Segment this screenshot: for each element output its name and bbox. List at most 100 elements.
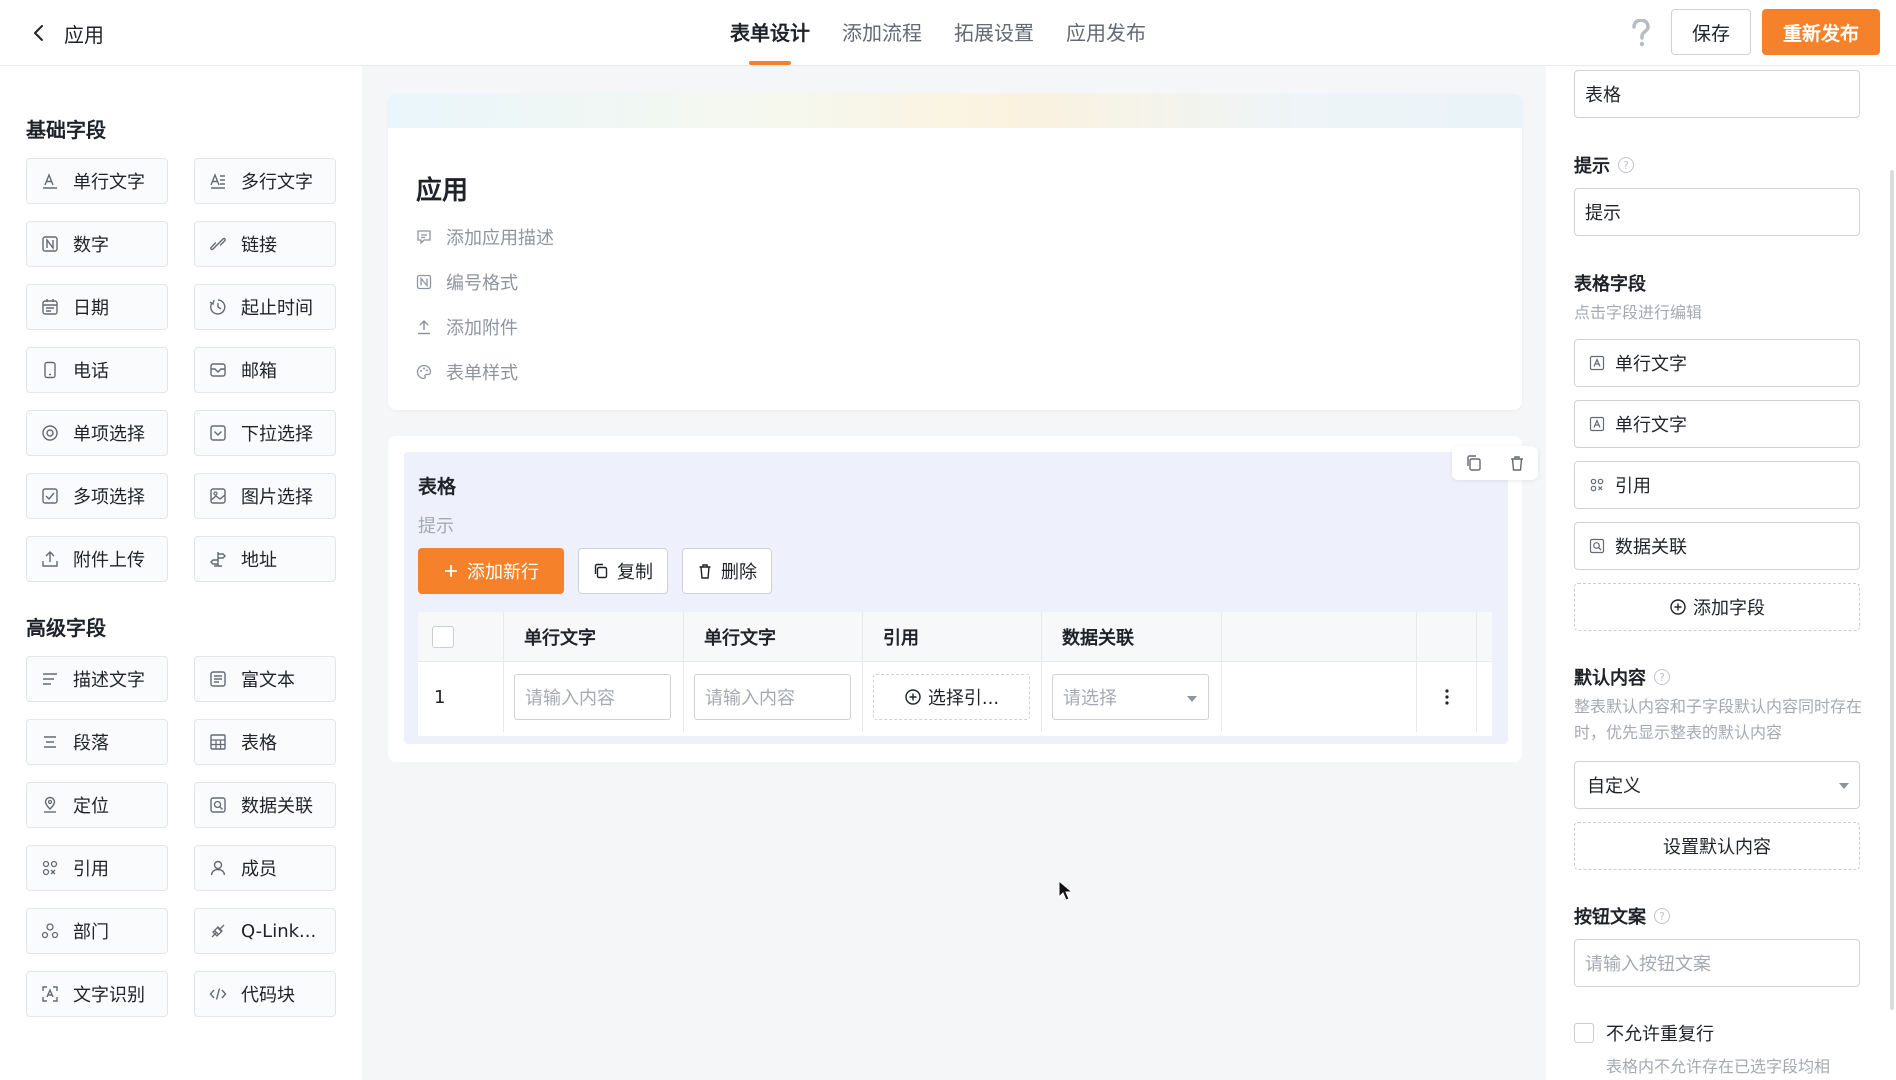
add-row-button[interactable]: 添加新行 <box>418 548 564 594</box>
meta-label: 表单样式 <box>446 363 518 384</box>
help-button[interactable] <box>1626 16 1656 50</box>
field-number[interactable]: 数字 <box>26 221 168 267</box>
field-link[interactable]: 链接 <box>194 221 336 267</box>
select-reference-button[interactable]: 选择引... <box>873 674 1030 720</box>
table-field-card: 表格 提示 添加新行 复制 删除 单行文字 单行文字 引用 数据关联 1 请输入… <box>388 436 1538 762</box>
field-reference[interactable]: 引用 <box>26 845 168 891</box>
table-block-actions <box>1452 446 1538 480</box>
field-table[interactable]: 表格 <box>194 719 336 765</box>
help-circle-icon[interactable]: ? <box>1654 669 1670 685</box>
save-button[interactable]: 保存 <box>1671 9 1751 55</box>
subfield-label: 数据关联 <box>1615 537 1687 558</box>
column-header: 数据关联 <box>1042 612 1222 662</box>
trash-icon <box>1510 456 1523 471</box>
field-single-line-text[interactable]: 单行文字 <box>26 158 168 204</box>
reference-icon <box>1590 478 1604 492</box>
paragraph-icon <box>41 733 59 751</box>
field-paragraph[interactable]: 段落 <box>26 719 168 765</box>
attachment-upload-icon <box>418 319 430 335</box>
table-subfield-item[interactable]: 引用 <box>1574 461 1860 509</box>
form-header-card: 应用 添加应用描述 编号格式 添加附件 表单样式 <box>388 94 1522 410</box>
table-subfield-item[interactable]: 单行文字 <box>1574 400 1860 448</box>
field-data-link[interactable]: 数据关联 <box>194 782 336 828</box>
field-single-choice[interactable]: 单项选择 <box>26 410 168 456</box>
default-content-select[interactable]: 自定义 <box>1574 761 1860 809</box>
field-time-range[interactable]: 起止时间 <box>194 284 336 330</box>
table-field-block[interactable]: 表格 提示 添加新行 复制 删除 单行文字 单行文字 引用 数据关联 1 请输入… <box>404 446 1538 744</box>
field-location[interactable]: 定位 <box>26 782 168 828</box>
field-label: 数据关联 <box>241 796 313 817</box>
no-duplicate-rows-checkbox[interactable]: 不允许重复行 <box>1574 1020 1714 1046</box>
help-circle-icon[interactable]: ? <box>1618 157 1634 173</box>
field-member[interactable]: 成员 <box>194 845 336 891</box>
upload-icon <box>41 550 59 568</box>
form-style-link[interactable]: 表单样式 <box>416 359 518 385</box>
field-department[interactable]: 部门 <box>26 908 168 954</box>
table-cell: 请输入内容 <box>684 662 863 732</box>
table-row: 1 请输入内容 请输入内容 选择引... 请选择 <box>418 662 1492 732</box>
field-phone[interactable]: 电话 <box>26 347 168 393</box>
title-input[interactable]: 表格 <box>1574 70 1860 118</box>
add-subfield-label: 添加字段 <box>1693 598 1765 619</box>
form-title[interactable]: 应用 <box>416 170 468 207</box>
meta-label: 添加应用描述 <box>446 228 554 249</box>
row-more-button[interactable] <box>1417 662 1477 732</box>
add-row-label: 添加新行 <box>467 562 539 583</box>
add-attachment-link[interactable]: 添加附件 <box>416 314 518 340</box>
field-label: 多行文字 <box>241 172 313 193</box>
field-label: 起止时间 <box>241 298 313 319</box>
select-all-checkbox[interactable] <box>432 626 454 648</box>
add-subfield-button[interactable]: 添加字段 <box>1574 583 1860 631</box>
field-code-block[interactable]: 代码块 <box>194 971 336 1017</box>
column-header: 引用 <box>863 612 1042 662</box>
no-duplicate-rows-sub: 表格内不允许存在已选字段均相 <box>1606 1057 1831 1076</box>
add-description-link[interactable]: 添加应用描述 <box>416 224 554 250</box>
hint-input[interactable]: 提示 <box>1574 188 1860 236</box>
field-address[interactable]: 地址 <box>194 536 336 582</box>
number-format-link[interactable]: 编号格式 <box>416 269 518 295</box>
chevron-left-icon <box>34 25 43 41</box>
cell-text-input[interactable]: 请输入内容 <box>514 674 671 720</box>
table-subfield-item[interactable]: 数据关联 <box>1574 522 1860 570</box>
republish-button[interactable]: 重新发布 <box>1762 9 1880 55</box>
tab-app-publish[interactable]: 应用发布 <box>1066 0 1146 66</box>
field-rich-text[interactable]: 富文本 <box>194 656 336 702</box>
copy-icon <box>1466 455 1481 471</box>
tab-form-design[interactable]: 表单设计 <box>730 0 810 66</box>
field-label: 表格 <box>241 733 277 754</box>
button-text-input[interactable]: 请输入按钮文案 <box>1574 939 1860 987</box>
field-multi-choice[interactable]: 多项选择 <box>26 473 168 519</box>
copy-field-button[interactable] <box>1465 454 1483 472</box>
checkbox-icon <box>41 487 59 505</box>
tab-add-flow[interactable]: 添加流程 <box>842 0 922 66</box>
field-attachment[interactable]: 附件上传 <box>26 536 168 582</box>
back-button[interactable] <box>24 18 54 48</box>
cell-text-input[interactable]: 请输入内容 <box>694 674 851 720</box>
set-default-button[interactable]: 设置默认内容 <box>1574 822 1860 870</box>
delete-field-button[interactable] <box>1508 454 1526 472</box>
delete-rows-button[interactable]: 删除 <box>682 548 772 594</box>
checkbox-box[interactable] <box>1574 1023 1594 1043</box>
help-circle-icon[interactable]: ? <box>1654 908 1670 924</box>
field-qlink[interactable]: Q-Link... <box>194 908 336 954</box>
field-multi-line-text[interactable]: 多行文字 <box>194 158 336 204</box>
table-cell: 请输入内容 <box>504 662 684 732</box>
data-link-icon <box>1589 538 1605 554</box>
field-dropdown[interactable]: 下拉选择 <box>194 410 336 456</box>
image-icon <box>209 487 227 505</box>
radio-icon <box>41 424 59 442</box>
field-date[interactable]: 日期 <box>26 284 168 330</box>
panel-scrollbar[interactable] <box>1890 170 1894 1010</box>
cell-select[interactable]: 请选择 <box>1052 674 1209 720</box>
default-content-sub: 整表默认内容和子字段默认内容同时存在时，优先显示整表的默认内容 <box>1574 697 1863 742</box>
field-image-choice[interactable]: 图片选择 <box>194 473 336 519</box>
copy-icon <box>594 563 608 579</box>
field-description[interactable]: 描述文字 <box>26 656 168 702</box>
field-ocr[interactable]: 文字识别 <box>26 971 168 1017</box>
text-a-icon <box>1589 355 1605 371</box>
multiline-text-icon <box>209 172 227 190</box>
table-subfield-item[interactable]: 单行文字 <box>1574 339 1860 387</box>
copy-rows-button[interactable]: 复制 <box>578 548 668 594</box>
tab-extend-settings[interactable]: 拓展设置 <box>954 0 1034 66</box>
field-email[interactable]: 邮箱 <box>194 347 336 393</box>
